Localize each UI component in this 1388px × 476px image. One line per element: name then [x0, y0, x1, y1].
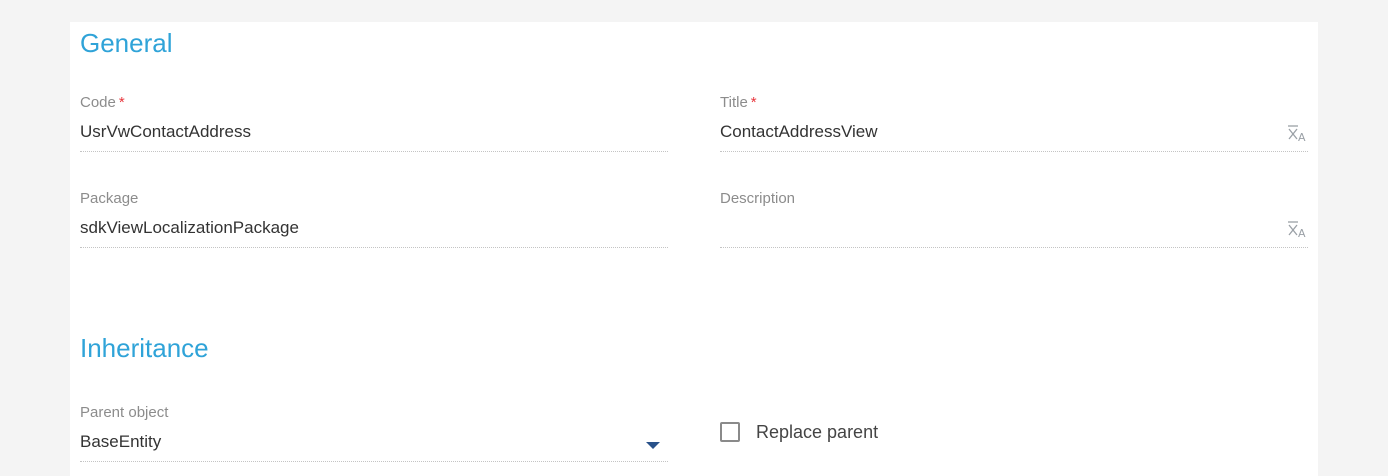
replace-parent-label[interactable]: Replace parent	[756, 422, 878, 442]
svg-text:A: A	[1298, 131, 1306, 144]
package-field-underline	[80, 247, 668, 248]
description-field-label: Description	[720, 190, 796, 207]
translate-icon[interactable]: A	[1286, 220, 1308, 240]
package-field-label: Package	[80, 190, 139, 207]
general-section-title: General	[80, 28, 173, 58]
parent-object-label: Parent object	[80, 404, 169, 421]
title-field-underline	[720, 151, 1308, 152]
chevron-down-icon[interactable]	[646, 442, 660, 450]
title-field-label: Title *	[720, 94, 757, 111]
code-field[interactable]: Code * UsrVwContactAddress	[80, 94, 668, 156]
description-field[interactable]: Description A	[720, 190, 1308, 252]
code-field-value[interactable]: UsrVwContactAddress	[80, 122, 251, 142]
title-field[interactable]: Title * ContactAddressView A	[720, 94, 1308, 156]
parent-object-underline	[80, 461, 668, 462]
replace-parent-checkbox-row[interactable]: Replace parent	[720, 422, 878, 442]
required-indicator: *	[118, 94, 125, 111]
object-properties-panel: General Code * UsrVwContactAddress Title *…	[70, 22, 1318, 476]
title-field-value[interactable]: ContactAddressView	[720, 122, 878, 142]
required-indicator: *	[750, 94, 757, 111]
description-field-underline	[720, 247, 1308, 248]
replace-parent-checkbox[interactable]	[720, 422, 740, 442]
package-field[interactable]: Package sdkViewLocalizationPackage	[80, 190, 668, 252]
parent-object-value[interactable]: BaseEntity	[80, 432, 161, 452]
svg-text:A: A	[1298, 227, 1306, 240]
code-field-label: Code *	[80, 94, 125, 111]
parent-object-field[interactable]: Parent object BaseEntity	[80, 404, 668, 466]
inheritance-section-title: Inheritance	[80, 333, 209, 363]
translate-icon[interactable]: A	[1286, 124, 1308, 144]
code-field-underline	[80, 151, 668, 152]
package-field-value[interactable]: sdkViewLocalizationPackage	[80, 218, 299, 238]
